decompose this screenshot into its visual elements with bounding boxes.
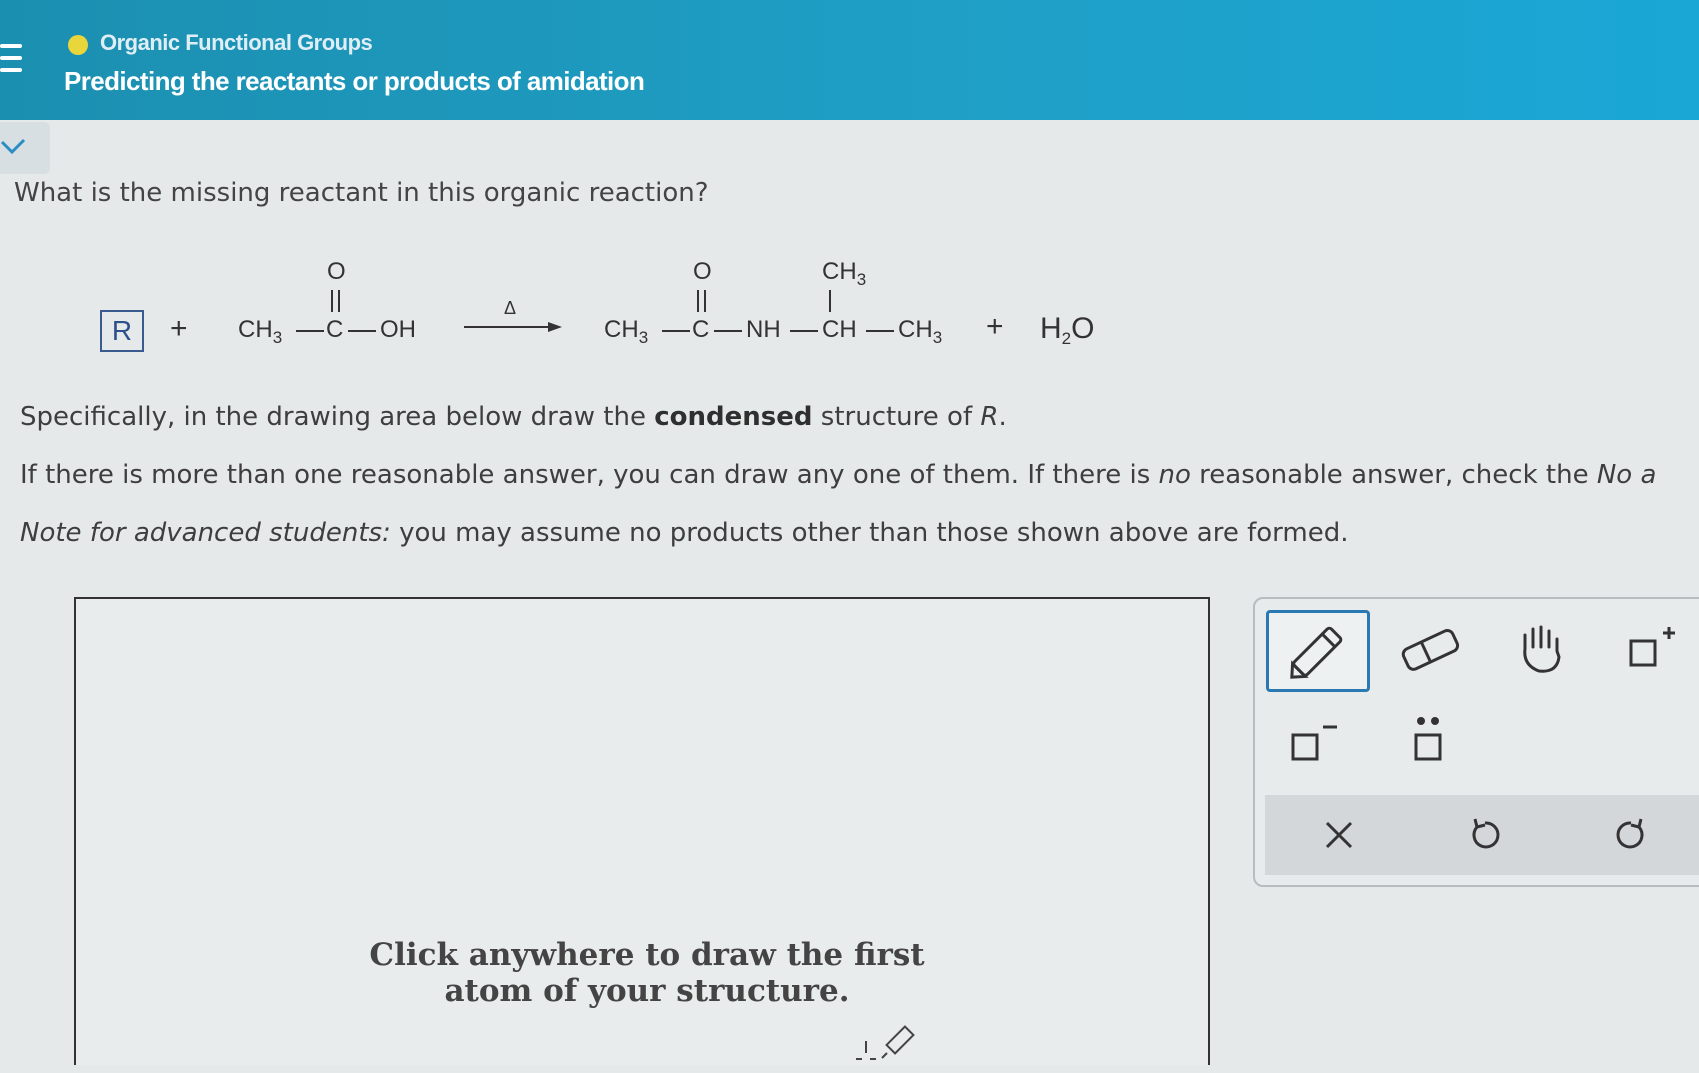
instruction-line-3: Note for advanced students: you may assu… <box>20 518 1349 548</box>
double-bond <box>704 290 706 312</box>
redo-icon <box>1616 818 1644 849</box>
product-branch-methyl: CH3 <box>822 258 867 289</box>
plus-sign: + <box>170 312 188 345</box>
bond <box>829 290 831 312</box>
lone-pair-button[interactable] <box>1405 711 1455 771</box>
instruction-line-2: If there is more than one reasonable ans… <box>20 460 1657 490</box>
heat-label: Δ <box>504 298 517 318</box>
menu-icon[interactable] <box>0 44 22 80</box>
redo-button[interactable] <box>1611 815 1651 855</box>
product-carbonyl-carbon: C <box>692 316 710 343</box>
water: H2O <box>1040 312 1095 348</box>
instruction-line-1: Specifically, in the drawing area below … <box>20 402 1007 432</box>
topic-status-dot <box>68 35 88 55</box>
plus-sign: + <box>986 310 1004 343</box>
bond <box>662 330 690 332</box>
reaction-arrow-icon <box>464 322 562 332</box>
add-positive-charge-button[interactable] <box>1625 619 1685 679</box>
acid-methyl: CH3 <box>238 316 283 347</box>
product-end-methyl: CH3 <box>898 316 943 347</box>
bond <box>714 330 742 332</box>
undo-icon <box>1472 818 1500 849</box>
clear-icon <box>1325 821 1353 849</box>
drawing-canvas[interactable]: Click anywhere to draw the first atom of… <box>74 597 1210 1065</box>
action-bar <box>1265 795 1699 875</box>
bond <box>866 330 894 332</box>
double-bond <box>697 290 699 312</box>
product-carbonyl-oxygen: O <box>693 258 712 285</box>
collapse-button[interactable] <box>0 122 50 174</box>
product-amide-nh: NH <box>746 316 781 343</box>
product-methyl: CH3 <box>604 316 649 347</box>
eraser-tool-button[interactable] <box>1395 619 1465 679</box>
undo-button[interactable] <box>1465 815 1505 855</box>
bond <box>790 330 818 332</box>
acid-carbonyl-oxygen: O <box>327 258 346 285</box>
lone-pair-icon <box>1414 717 1442 761</box>
bond <box>348 330 376 332</box>
page-title: Predicting the reactants or products of … <box>64 66 645 96</box>
chevron-down-icon <box>0 138 26 155</box>
acid-carbonyl-carbon: C <box>326 316 344 343</box>
topic-label: Organic Functional Groups <box>100 30 373 55</box>
eraser-icon <box>1401 628 1460 671</box>
pencil-icon <box>1290 626 1343 679</box>
pencil-tool-button[interactable] <box>1266 610 1370 692</box>
add-negative-charge-button[interactable] <box>1287 715 1347 775</box>
unknown-reactant-box: R <box>100 310 144 352</box>
pencil-cursor-icon <box>856 1025 915 1060</box>
double-bond <box>331 290 333 312</box>
add-charge-minus-icon <box>1291 725 1337 761</box>
double-bond <box>338 290 340 312</box>
acid-hydroxyl: OH <box>380 316 416 343</box>
move-tool-button[interactable] <box>1513 619 1573 679</box>
add-charge-plus-icon <box>1629 627 1675 667</box>
clear-button[interactable] <box>1319 815 1359 855</box>
product-methine: CH <box>822 316 857 343</box>
hand-icon <box>1523 625 1561 673</box>
canvas-hint: Click anywhere to draw the first atom of… <box>369 937 925 1009</box>
bond <box>296 330 324 332</box>
app-header: Organic Functional Groups Predicting the… <box>0 0 1699 120</box>
drawing-toolbar <box>1253 597 1699 887</box>
question-text: What is the missing reactant in this org… <box>14 178 709 208</box>
